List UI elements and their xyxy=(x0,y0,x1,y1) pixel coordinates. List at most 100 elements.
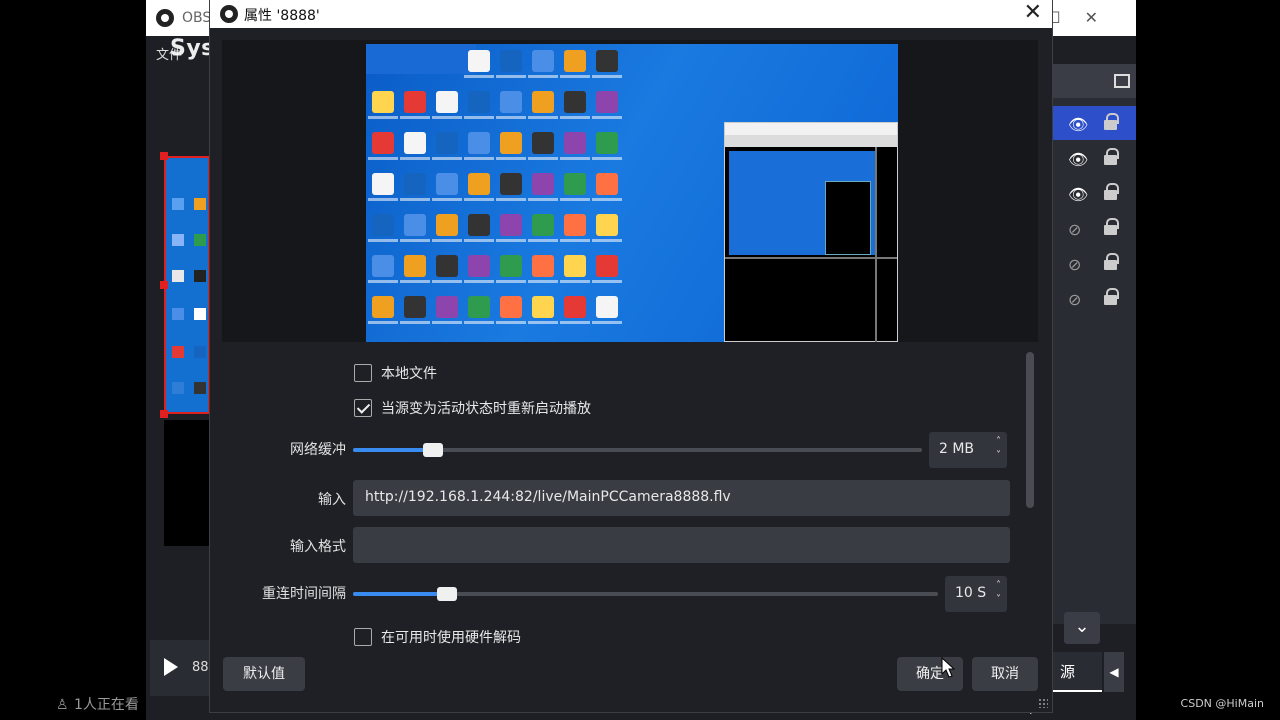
nested-window-toolbar xyxy=(725,135,897,147)
properties-dialog: 属性 '8888' ✕ 本地文件 当源变为活动状态时重新启动播放 网络缓冲 2 … xyxy=(210,0,1052,712)
cancel-button[interactable]: 取消 xyxy=(972,657,1038,691)
desktop-icon-label xyxy=(400,157,430,160)
input-format-field[interactable] xyxy=(353,527,1010,563)
eye-icon[interactable]: 👁 xyxy=(1068,115,1088,134)
desktop-icon xyxy=(596,50,618,72)
nested-preview-inner xyxy=(825,181,871,255)
desktop-icon xyxy=(532,173,554,195)
slider-handle[interactable] xyxy=(423,443,443,457)
lock-icon[interactable] xyxy=(1104,218,1119,235)
source-preview xyxy=(222,40,1038,342)
desktop-icon xyxy=(532,50,554,72)
lock-icon[interactable] xyxy=(1104,148,1119,165)
desktop-icon xyxy=(596,132,618,154)
selection-handle[interactable] xyxy=(160,410,168,418)
reconnect-delay-spinbox[interactable]: 10 S ˄ ˅ xyxy=(945,576,1007,612)
desktop-icon xyxy=(564,132,586,154)
properties-form: 本地文件 当源变为活动状态时重新启动播放 网络缓冲 2 MB ˄ ˅ 输入 htt… xyxy=(210,342,1052,647)
eye-slash-icon[interactable]: ⊘ xyxy=(1068,290,1081,309)
media-controls: 88 xyxy=(150,640,214,696)
desktop-icon xyxy=(564,91,586,113)
desktop-icon xyxy=(500,296,522,318)
caret-left-icon[interactable]: ◀ xyxy=(1104,652,1124,692)
desktop-icon xyxy=(500,255,522,277)
desktop-icon-label xyxy=(592,239,622,242)
desktop-icon-label xyxy=(432,280,462,283)
spin-arrows-icon[interactable]: ˄ ˅ xyxy=(996,435,1001,463)
desktop-icon xyxy=(596,255,618,277)
sources-header xyxy=(1052,64,1136,98)
captured-desktop-image xyxy=(366,44,898,342)
desktop-icon xyxy=(468,255,490,277)
source-row[interactable]: 👁 xyxy=(1052,141,1136,175)
eye-slash-icon[interactable]: ⊘ xyxy=(1068,255,1081,274)
desktop-icon xyxy=(500,50,522,72)
play-icon[interactable] xyxy=(164,658,178,676)
local-file-checkbox[interactable] xyxy=(354,364,372,382)
input-format-label: 输入格式 xyxy=(290,539,346,555)
spin-arrows-icon[interactable]: ˄ ˅ xyxy=(996,579,1001,607)
undock-icon[interactable] xyxy=(1114,74,1130,88)
network-buffer-slider[interactable] xyxy=(353,443,922,457)
desktop-icon-label xyxy=(464,239,494,242)
desktop-icon-label xyxy=(560,157,590,160)
dialog-title: 属性 '8888' xyxy=(244,8,320,24)
lock-icon[interactable] xyxy=(1104,288,1119,305)
defaults-button[interactable]: 默认值 xyxy=(223,657,305,691)
eye-slash-icon[interactable]: ⊘ xyxy=(1068,220,1081,239)
desktop-icon xyxy=(532,91,554,113)
desktop-icon-label xyxy=(400,321,430,324)
source-row[interactable]: ⊘ xyxy=(1052,281,1136,315)
input-url-field[interactable]: http://192.168.1.244:82/live/MainPCCamer… xyxy=(353,480,1010,516)
restart-playback-checkbox[interactable] xyxy=(354,399,372,417)
mouse-cursor-icon xyxy=(941,657,955,678)
desktop-icon-label xyxy=(528,198,558,201)
desktop-icon xyxy=(564,173,586,195)
resize-grip-icon[interactable] xyxy=(1038,698,1048,708)
divider xyxy=(875,147,877,342)
desktop-icon xyxy=(194,346,206,358)
desktop-icon xyxy=(532,296,554,318)
desktop-icon-label xyxy=(400,198,430,201)
close-icon[interactable]: ✕ xyxy=(1024,0,1042,26)
chevron-down-icon[interactable]: ⌄ xyxy=(1064,612,1100,644)
eye-icon[interactable]: 👁 xyxy=(1068,185,1088,204)
obs-window-controls[interactable]: ☐✕ xyxy=(1046,8,1122,27)
desktop-icon xyxy=(532,132,554,154)
desktop-icon-label xyxy=(432,321,462,324)
slider-handle[interactable] xyxy=(437,587,457,601)
selection-handle[interactable] xyxy=(160,152,168,160)
eye-icon[interactable]: 👁 xyxy=(1068,150,1088,169)
desktop-icon xyxy=(468,91,490,113)
lock-icon[interactable] xyxy=(1104,253,1119,270)
reconnect-delay-slider[interactable] xyxy=(353,587,938,601)
hw-decode-checkbox[interactable] xyxy=(354,628,372,646)
desktop-icon xyxy=(194,308,206,320)
desktop-icon-label xyxy=(432,239,462,242)
desktop-icon-label xyxy=(592,75,622,78)
network-buffer-spinbox[interactable]: 2 MB ˄ ˅ xyxy=(929,432,1007,468)
preview-scene-thumbnail[interactable] xyxy=(164,156,210,414)
desktop-icon xyxy=(468,132,490,154)
desktop-icon xyxy=(172,308,184,320)
desktop-icon-label xyxy=(528,157,558,160)
source-row[interactable]: 👁 xyxy=(1052,106,1136,140)
lock-icon[interactable] xyxy=(1104,183,1119,200)
lock-icon[interactable] xyxy=(1104,113,1119,130)
desktop-icon-label xyxy=(368,116,398,119)
selection-handle[interactable] xyxy=(160,281,168,289)
desktop-icon xyxy=(404,255,426,277)
desktop-icon xyxy=(500,132,522,154)
desktop-icon-label xyxy=(592,321,622,324)
source-row[interactable]: ⊘ xyxy=(1052,211,1136,245)
desktop-icon-label xyxy=(432,157,462,160)
desktop-icon xyxy=(468,296,490,318)
source-row[interactable]: 👁 xyxy=(1052,176,1136,210)
desktop-icon-label xyxy=(400,280,430,283)
desktop-icon xyxy=(500,214,522,236)
obs-logo-icon xyxy=(156,9,174,27)
source-row[interactable]: ⊘ xyxy=(1052,246,1136,280)
desktop-icon xyxy=(500,173,522,195)
reconnect-delay-value: 10 S xyxy=(955,585,987,601)
form-scrollbar[interactable] xyxy=(1026,352,1034,508)
